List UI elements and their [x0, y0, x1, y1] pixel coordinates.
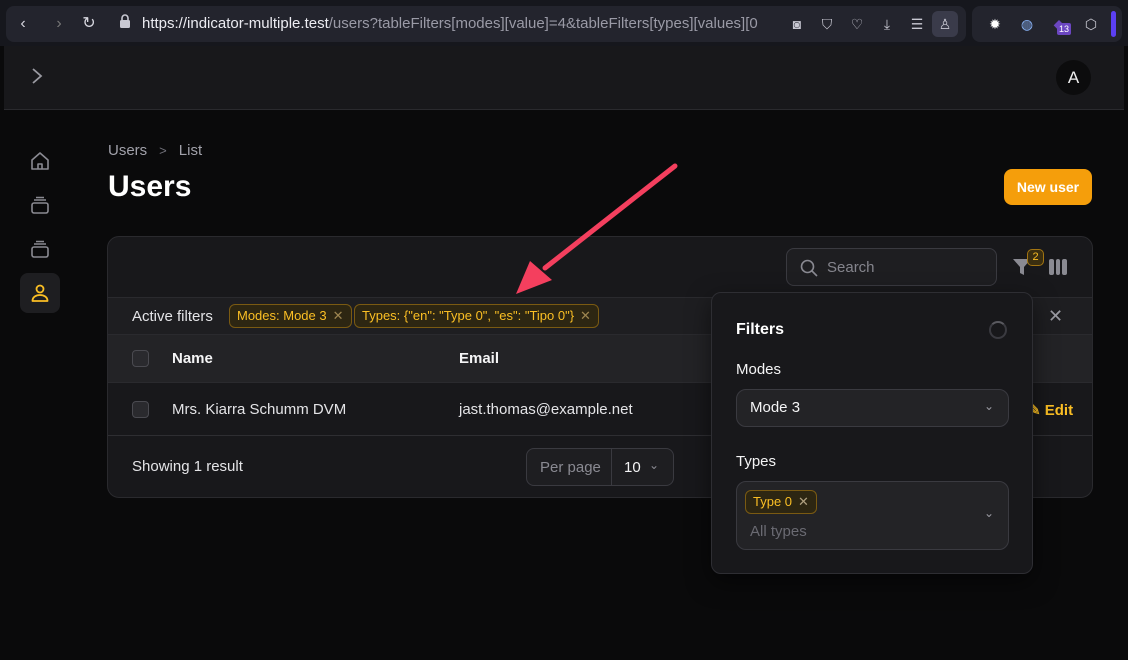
sidebar-extension-icon[interactable] — [1111, 11, 1116, 37]
sidebar-item-collection-2[interactable] — [20, 229, 60, 269]
chevron-down-icon: ⌄ — [983, 506, 994, 520]
lock-icon — [114, 14, 136, 34]
profile-icon[interactable]: ♙ — [932, 11, 958, 37]
cube-icon[interactable]: ⬡ — [1080, 14, 1102, 34]
chevron-down-icon: ⌄ — [983, 399, 994, 413]
sidebar-item-users[interactable] — [20, 273, 60, 313]
archive-stack-icon — [31, 240, 49, 258]
breadcrumb: Users > List — [108, 142, 202, 159]
columns-toggle-icon[interactable] — [1049, 259, 1068, 275]
chip-label: Modes: Mode 3 — [237, 308, 327, 323]
camera-icon[interactable]: ◙ — [786, 14, 808, 34]
per-page-value: 10 — [624, 459, 641, 476]
clear-filters-icon[interactable]: ✕ — [1048, 306, 1063, 327]
extension-badge: 13 — [1057, 23, 1072, 35]
filters-panel-title: Filters — [736, 321, 785, 338]
breadcrumb-separator-icon: > — [159, 143, 167, 158]
user-icon — [31, 284, 49, 302]
search-input[interactable]: Search — [786, 248, 997, 286]
remove-filter-icon[interactable]: ✕ — [333, 308, 344, 323]
column-header-email[interactable]: Email — [459, 350, 499, 367]
chip-label: Types: {"en": "Type 0", "es": "Tipo 0"} — [362, 308, 575, 323]
download-icon[interactable]: ⤓ — [876, 14, 898, 34]
per-page-label: Per page — [540, 459, 601, 476]
heart-icon[interactable]: ♡ — [846, 14, 868, 34]
chip-label: Type 0 — [753, 494, 793, 509]
extensions-bar: ✹ ◍ ◆ ⬡ — [972, 6, 1122, 42]
column-header-name[interactable]: Name — [172, 350, 213, 367]
modes-select-value: Mode 3 — [750, 399, 801, 416]
reload-icon[interactable]: ↻ — [78, 14, 100, 34]
app-topbar — [4, 46, 1124, 110]
active-filter-chip-modes: Modes: Mode 3 ✕ — [229, 304, 352, 328]
active-filters-label: Active filters — [132, 308, 213, 325]
results-count: Showing 1 result — [132, 458, 243, 475]
shield-check-icon[interactable]: ⛉ — [816, 14, 838, 34]
cell-name: Mrs. Kiarra Schumm DVM — [172, 401, 347, 418]
page-title: Users — [108, 170, 192, 203]
back-icon[interactable]: ‹ — [12, 14, 34, 34]
types-placeholder: All types — [750, 523, 807, 540]
active-filter-chip-types: Types: {"en": "Type 0", "es": "Tipo 0"} ✕ — [354, 304, 599, 328]
search-icon — [800, 259, 818, 277]
row-checkbox[interactable] — [132, 401, 149, 418]
forward-icon[interactable]: › — [48, 14, 70, 34]
cell-email: jast.thomas@example.net — [459, 401, 633, 418]
types-label: Types — [736, 453, 777, 470]
loading-spinner-icon — [989, 321, 1007, 339]
url-path: /users?tableFilters[modes][value]=4&tabl… — [328, 15, 758, 32]
edit-row-button[interactable]: ✎ Edit — [1028, 401, 1073, 419]
browser-toolbar: ‹ › ↻ https://indicator-multiple.test/us… — [0, 0, 1128, 46]
divider — [611, 449, 612, 485]
url-host: https://indicator-multiple.test — [142, 15, 329, 32]
per-page-select[interactable]: Per page 10 ⌄ — [526, 448, 674, 486]
sidebar-item-home[interactable] — [20, 141, 60, 181]
url-field[interactable]: https://indicator-multiple.test/users?ta… — [142, 15, 774, 32]
sidebar-item-collection-1[interactable] — [20, 185, 60, 225]
address-bar-container: ‹ › ↻ https://indicator-multiple.test/us… — [6, 6, 966, 42]
select-all-checkbox[interactable] — [132, 350, 149, 367]
modes-label: Modes — [736, 361, 782, 378]
edit-label: Edit — [1044, 402, 1074, 419]
new-user-button[interactable]: New user — [1004, 169, 1092, 205]
remove-type-icon[interactable]: ✕ — [798, 494, 809, 509]
modes-select[interactable]: Mode 3 ⌄ — [736, 389, 1009, 427]
breadcrumb-users[interactable]: Users — [108, 142, 147, 159]
remove-filter-icon[interactable]: ✕ — [580, 308, 591, 323]
search-placeholder: Search — [827, 259, 875, 276]
selected-type-chip: Type 0 ✕ — [745, 490, 817, 514]
avatar[interactable]: A — [1056, 60, 1091, 95]
types-multiselect[interactable]: Type 0 ✕ All types ⌄ — [736, 481, 1009, 550]
archive-stack-icon — [31, 196, 49, 214]
gear-extension-icon[interactable]: ✹ — [984, 14, 1006, 34]
filter-count-badge: 2 — [1027, 249, 1044, 266]
chevron-down-icon: ⌄ — [649, 458, 660, 472]
breadcrumb-list: List — [178, 142, 203, 159]
sliders-icon[interactable]: ☰ — [906, 14, 928, 34]
password-extension-icon[interactable]: ◍ — [1016, 14, 1038, 34]
chevron-right-icon[interactable] — [30, 66, 50, 90]
home-icon — [31, 152, 49, 170]
filters-panel: Filters Modes Mode 3 ⌄ Types Type 0 ✕ All… — [711, 292, 1033, 574]
